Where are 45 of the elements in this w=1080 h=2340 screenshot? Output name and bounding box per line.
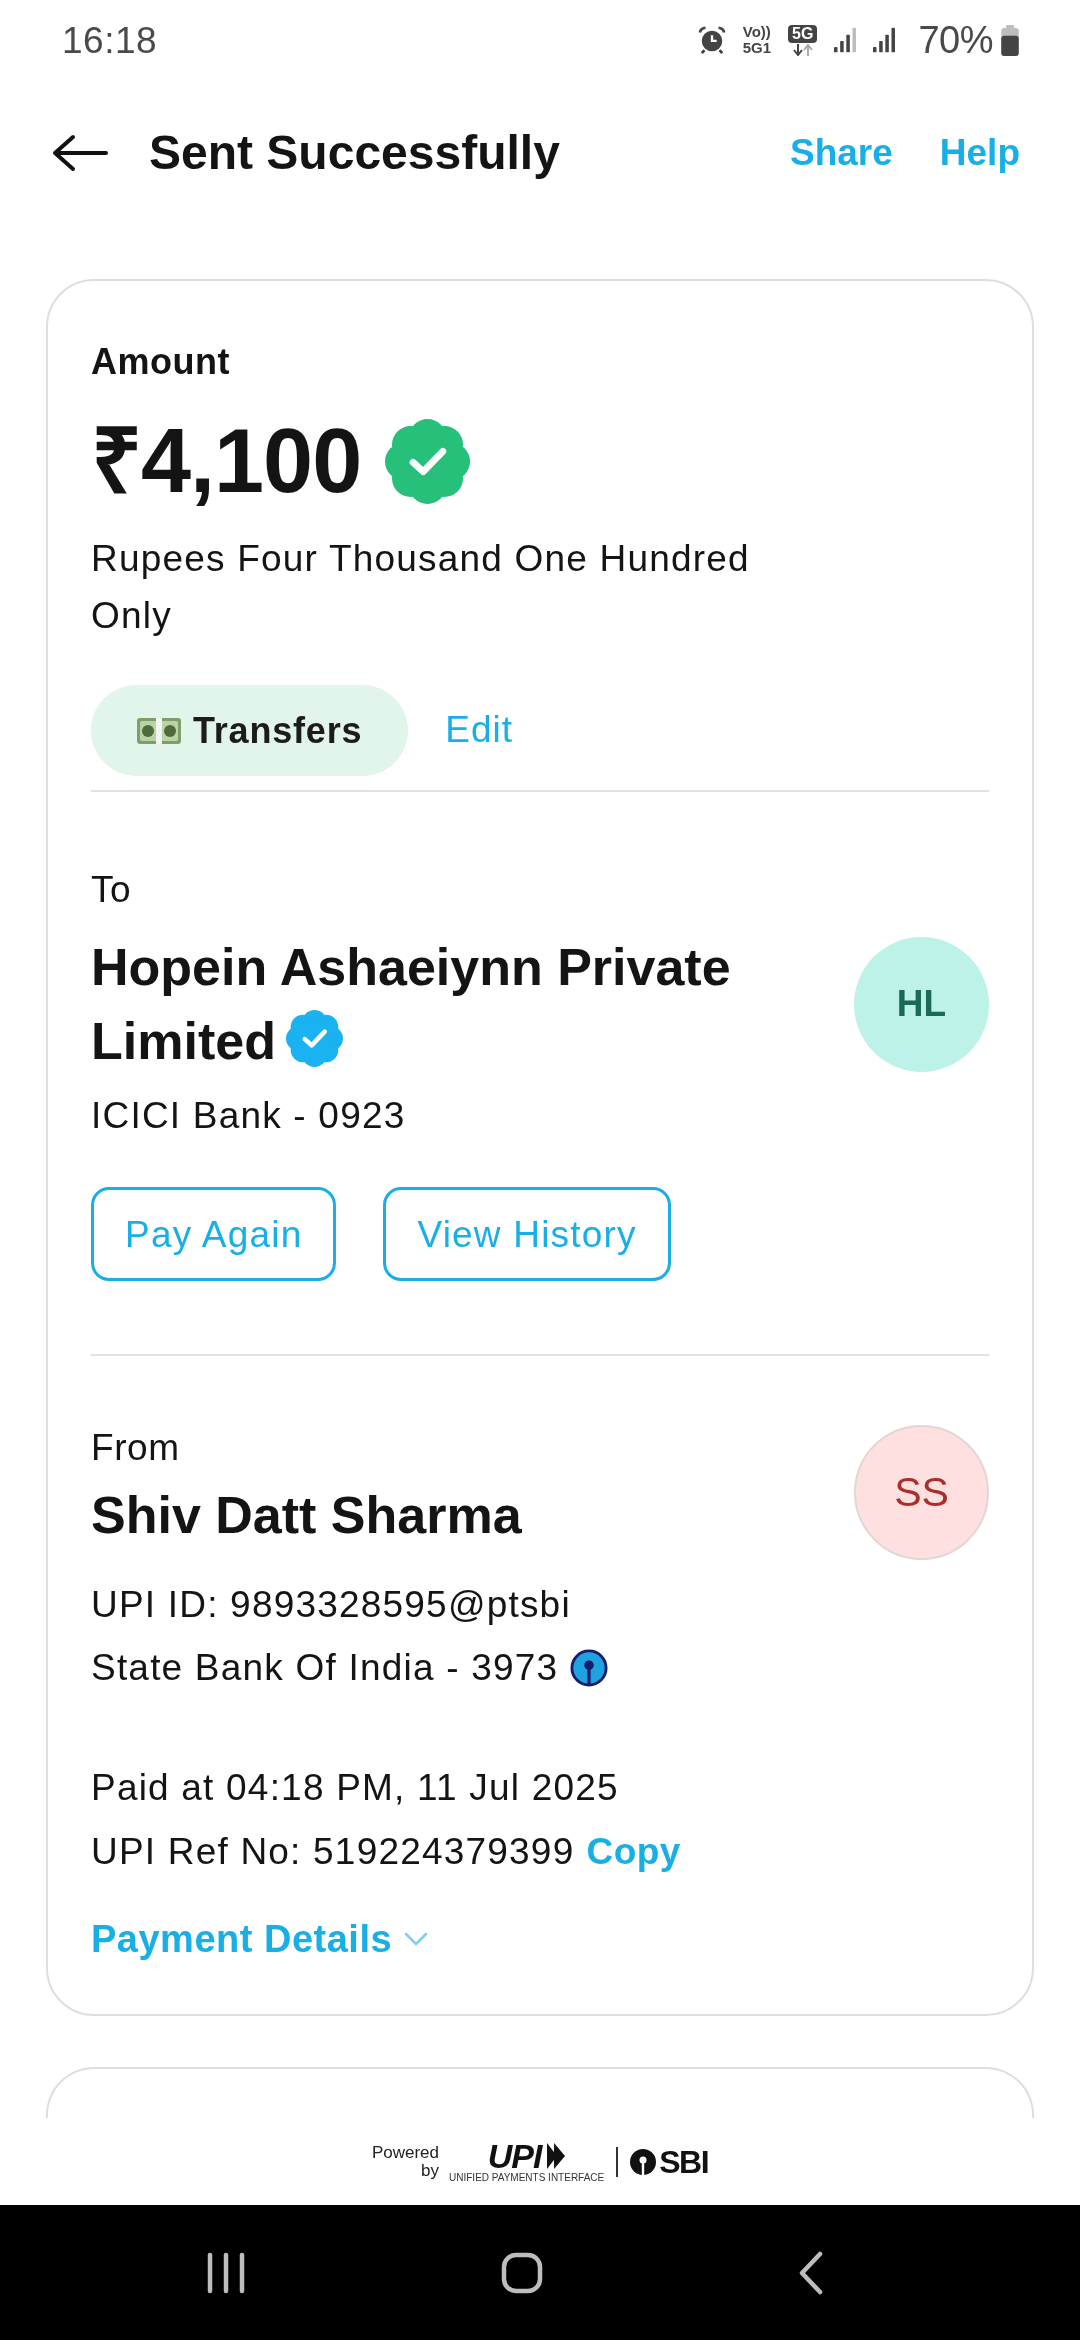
network-type-badge: 5G — [788, 24, 818, 43]
payee-name: Hopein Ashaeiynn Private Limited — [91, 938, 731, 1070]
pay-again-button[interactable]: Pay Again — [91, 1187, 337, 1281]
back-icon[interactable] — [799, 2250, 823, 2295]
upi-id: UPI ID: 9893328595@ptsbi — [91, 1583, 572, 1627]
bank-account: State Bank Of India - 3973 — [91, 1646, 559, 1690]
recent-apps-icon[interactable] — [207, 2251, 245, 2294]
signal-bars-icon — [834, 27, 857, 53]
banknote-icon — [137, 715, 181, 746]
upi-wordmark: UPI — [487, 2140, 543, 2171]
view-history-button[interactable]: View History — [383, 1187, 671, 1281]
powered-by-label: Powered by — [371, 2143, 440, 2180]
amount-in-words: Rupees Four Thousand One Hundred Only — [91, 537, 751, 638]
volte-label: Vo)) — [742, 24, 772, 40]
bank-wordmark: SBI — [659, 2145, 709, 2178]
amount-label: Amount — [91, 340, 231, 384]
bank-logo-icon — [570, 1648, 609, 1687]
help-link[interactable]: Help — [939, 130, 1020, 176]
copy-link[interactable]: Copy — [586, 1829, 681, 1875]
bank-logo-icon — [630, 2148, 657, 2175]
data-arrows-icon — [791, 43, 814, 56]
paid-time: Paid at 04:18 PM, 11 Jul 2025 — [91, 1766, 620, 1810]
upi-reference: UPI Ref No: 519224379399 — [91, 1830, 575, 1874]
payment-details-toggle[interactable]: Payment Details — [91, 1916, 989, 1962]
sim-network-label: 5G1 — [742, 40, 772, 56]
upi-tagline: UNIFIED PAYMENTS INTERFACE — [449, 2171, 605, 2183]
signal-bars-icon — [873, 27, 896, 53]
page-title: Sent Successfully — [149, 125, 561, 182]
to-label: To — [91, 868, 133, 912]
edit-link[interactable]: Edit — [445, 708, 514, 753]
amount-value: ₹4,100 — [91, 412, 362, 511]
back-arrow-icon[interactable] — [52, 134, 108, 172]
alarm-clock-icon — [697, 26, 726, 54]
upi-arrow-icon — [547, 2142, 566, 2169]
from-label: From — [91, 1425, 181, 1470]
payer-name: Shiv Datt Sharma — [91, 1484, 522, 1546]
bank-account: ICICI Bank - 0923 — [91, 1094, 407, 1138]
share-link[interactable]: Share — [789, 130, 893, 176]
battery-percent: 70% — [918, 21, 993, 59]
battery-icon — [1000, 24, 1020, 56]
category-chip[interactable]: Transfers — [91, 685, 409, 776]
home-icon[interactable] — [501, 2251, 543, 2294]
initials-avatar: SS — [854, 1425, 989, 1560]
status-time: 16:18 — [62, 21, 158, 59]
initials-avatar: HL — [854, 936, 989, 1072]
